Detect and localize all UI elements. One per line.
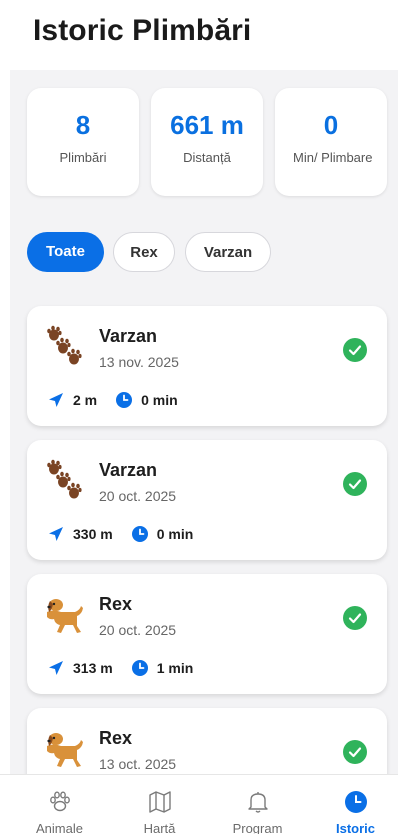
stat-value: 8 [75, 110, 91, 140]
walk-card[interactable]: Rex 20 oct. 2025 313 m 1 min [27, 574, 387, 694]
page-header: Istoric Plimbări [0, 0, 398, 70]
stat-card-min-per-walk: 0 Min/ Plimbare [275, 88, 387, 196]
walk-date: 13 nov. 2025 [99, 354, 179, 370]
navigation-arrow-icon [49, 661, 63, 675]
stat-label: Plimbări [59, 150, 107, 165]
navigation-arrow-icon [49, 527, 63, 541]
bell-icon [247, 792, 268, 813]
walk-dog-name: Rex [99, 728, 133, 748]
walk-dog-name: Varzan [99, 460, 158, 480]
clock-icon [116, 392, 133, 408]
filter-chip-varzan[interactable]: Varzan [185, 232, 271, 272]
walk-duration: 0 min [156, 526, 194, 542]
walk-distance: 330 m [73, 526, 113, 542]
stat-value: 661 m [170, 110, 244, 140]
nav-item-harta[interactable]: Hartă [110, 775, 209, 834]
check-circle-icon [343, 338, 367, 362]
content-area[interactable]: 8 Plimbări 661 m Distanță 0 Min/ Plimbar… [10, 70, 398, 774]
stat-label: Distanță [183, 150, 231, 165]
walk-dog-name: Varzan [99, 326, 158, 346]
clock-icon [131, 526, 148, 542]
stat-label: Min/ Plimbare [293, 150, 373, 165]
paw-prints-icon [47, 459, 82, 499]
walk-date: 20 oct. 2025 [99, 622, 177, 638]
check-circle-icon [343, 740, 367, 764]
clock-icon [344, 791, 367, 813]
walk-distance: 313 m [73, 660, 113, 676]
walk-duration: 1 min [156, 660, 194, 676]
filter-chip-all[interactable]: Toate [27, 232, 104, 272]
bottom-nav: Animale Hartă Program Istoric [0, 774, 398, 834]
nav-label: Hartă [143, 821, 176, 834]
dog-icon [47, 599, 83, 633]
paw-icon [49, 791, 70, 812]
stat-value: 0 [323, 110, 339, 140]
walk-date: 20 oct. 2025 [99, 488, 177, 504]
check-circle-icon [343, 472, 367, 496]
walk-duration: 0 min [141, 392, 178, 408]
walk-card[interactable]: Varzan 13 nov. 2025 2 m 0 min [27, 306, 387, 426]
nav-item-program[interactable]: Program [208, 775, 307, 834]
clock-icon [131, 660, 148, 676]
navigation-arrow-icon [49, 393, 63, 407]
stat-card-distance: 661 m Distanță [151, 88, 263, 196]
filter-chip-rex[interactable]: Rex [113, 232, 175, 272]
walk-dog-name: Rex [99, 594, 133, 614]
page-title: Istoric Plimbări [33, 14, 252, 47]
nav-label: Istoric [335, 821, 375, 834]
nav-item-istoric[interactable]: Istoric [306, 775, 398, 834]
walk-meta: 2 m 0 min [47, 390, 196, 410]
stat-card-walks: 8 Plimbări [27, 88, 139, 196]
nav-label: Animale [36, 821, 83, 834]
walk-distance: 2 m [73, 392, 98, 408]
walk-card[interactable]: Varzan 20 oct. 2025 330 m 0 min [27, 440, 387, 560]
nav-label: Program [232, 821, 283, 834]
walk-meta: 330 m 0 min [47, 524, 211, 544]
walk-date: 13 oct. 2025 [99, 756, 177, 772]
map-icon [148, 791, 171, 813]
walk-card[interactable]: Rex 13 oct. 2025 [27, 708, 387, 774]
check-circle-icon [343, 606, 367, 630]
walk-meta: 313 m 1 min [47, 658, 211, 678]
paw-prints-icon [47, 325, 82, 365]
stats-row: 8 Plimbări 661 m Distanță 0 Min/ Plimbar… [27, 88, 387, 196]
nav-item-animale[interactable]: Animale [10, 775, 109, 834]
dog-icon [47, 733, 83, 767]
